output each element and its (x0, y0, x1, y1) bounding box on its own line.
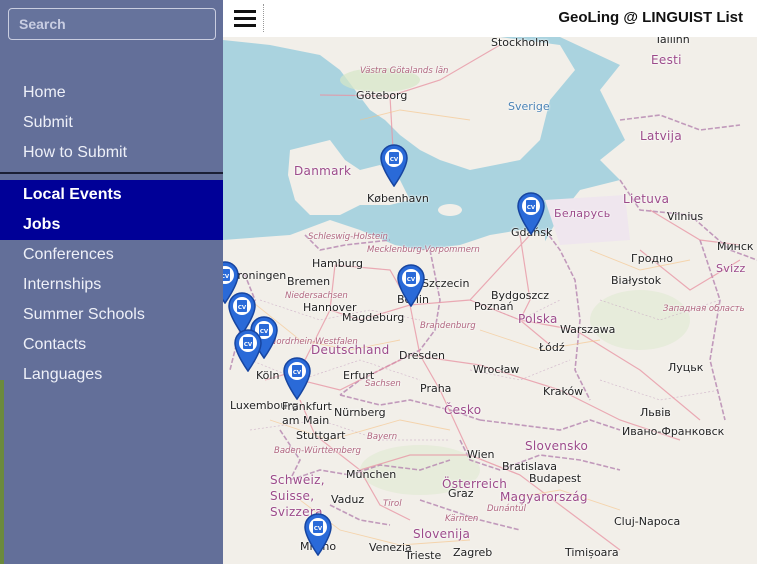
nav-item-home[interactable]: Home (0, 78, 223, 108)
city-label: Wrocław (473, 363, 520, 376)
hamburger-menu-icon[interactable] (227, 4, 264, 32)
city-label: Bratislava (502, 460, 557, 473)
city-label: Dresden (399, 349, 445, 362)
search-input[interactable] (8, 8, 216, 40)
city-label: Vilnius (667, 210, 704, 223)
job-marker-gdansk[interactable]: CV (516, 191, 546, 236)
svg-text:CV: CV (407, 277, 416, 283)
city-label: Wien (467, 448, 495, 461)
country-label: Svizz (716, 262, 746, 275)
cv-marker-icon: CV (234, 329, 262, 373)
nav-item-internships[interactable]: Internships (0, 270, 223, 300)
nav-item-how-to-submit[interactable]: How to Submit (0, 138, 223, 168)
region-label: Bayern (367, 432, 398, 442)
city-label: Минск (717, 240, 754, 253)
country-label: Беларусь (554, 207, 611, 220)
region-label: Schleswig-Holstein (308, 232, 388, 242)
job-marker-frankfurt[interactable]: CV (282, 356, 312, 401)
city-label: Zagreb (453, 546, 493, 559)
sidebar: Home Submit How to Submit Local Events J… (0, 0, 223, 564)
svg-text:CV: CV (244, 342, 253, 348)
city-label: Stockholm (491, 36, 549, 49)
region-label: Kärnten (445, 514, 479, 524)
country-label: Slovenija (413, 527, 471, 541)
region-label: Västra Götalands län (360, 66, 449, 76)
city-label: Frankfurt am Main (282, 400, 332, 427)
window-edge (0, 380, 4, 564)
city-label: Stuttgart (296, 429, 346, 442)
region-label: Mecklenburg-Vorpommern (367, 245, 480, 255)
site-title: GeoLing @ LINGUIST List (558, 9, 743, 26)
city-label: Trieste (405, 549, 442, 562)
country-label: Latvija (640, 129, 682, 143)
cv-marker-icon: CV (397, 264, 425, 308)
job-marker-kobenhavn[interactable]: CV (379, 143, 409, 188)
city-label: München (346, 468, 397, 481)
sidebar-divider (0, 172, 223, 174)
city-label: Kraków (543, 385, 584, 398)
svg-text:CV: CV (527, 205, 536, 211)
region-label: Niedersachsen (285, 291, 348, 301)
city-label: Timișoara (565, 546, 619, 559)
city-label: Göteborg (356, 89, 408, 102)
nav-item-languages[interactable]: Languages (0, 360, 223, 390)
job-marker-milano[interactable]: CV (303, 512, 333, 557)
country-label: Deutschland (311, 343, 390, 357)
nav-item-contacts[interactable]: Contacts (0, 330, 223, 360)
city-label: Łódź (539, 341, 565, 354)
city-label: Magdeburg (342, 311, 405, 324)
city-label: Praha (420, 382, 452, 395)
nav-item-summer-schools[interactable]: Summer Schools (0, 300, 223, 330)
cv-marker-icon: CV (283, 357, 311, 401)
country-label: Polska (518, 312, 558, 326)
svg-text:CV: CV (293, 370, 302, 376)
region-label: Baden-Württemberg (274, 446, 361, 456)
svg-text:CV: CV (238, 305, 247, 311)
city-label: Warszawa (560, 323, 616, 336)
nav-item-local-events[interactable]: Local Events (0, 180, 223, 210)
city-label: Львів (640, 406, 671, 419)
city-label: Białystok (611, 274, 662, 287)
city-label: Vaduz (331, 493, 365, 506)
region-label: Tirol (383, 499, 402, 509)
cv-marker-icon: CV (517, 192, 545, 236)
cv-marker-icon: CV (380, 144, 408, 188)
region-label: Brandenburg (420, 321, 476, 331)
city-label: Hamburg (312, 257, 363, 270)
job-marker-berlin[interactable]: CV (396, 263, 426, 308)
svg-text:CV: CV (314, 526, 323, 532)
nav-item-conferences[interactable]: Conferences (0, 240, 223, 270)
city-label: Budapest (529, 472, 582, 485)
city-label: Ивано-Франковск (622, 425, 725, 438)
region-label: Dunántúl (487, 504, 526, 514)
country-label: Eesti (651, 53, 682, 67)
region-label: Западная область (663, 304, 745, 314)
city-label: København (367, 192, 429, 205)
country-label: Magyarország (500, 490, 588, 504)
country-label: Česko (444, 403, 482, 417)
category-nav: Local Events Jobs Conferences Internship… (0, 180, 223, 390)
svg-text:CV: CV (390, 157, 399, 163)
city-label: Луцьк (668, 361, 704, 374)
top-bar: GeoLing @ LINGUIST List (223, 0, 757, 37)
country-label: Lietuva (623, 192, 670, 206)
primary-nav: Home Submit How to Submit (0, 78, 223, 168)
city-label: Bremen (287, 275, 331, 288)
country-label: Slovensko (525, 439, 589, 453)
nav-item-jobs[interactable]: Jobs (0, 210, 223, 240)
city-label: Nürnberg (334, 406, 386, 419)
city-label: Гродно (631, 252, 673, 265)
country-label: Sverige (508, 100, 550, 113)
nav-item-submit[interactable]: Submit (0, 108, 223, 138)
country-label: Danmark (294, 164, 352, 178)
region-label: Sachsen (365, 379, 401, 389)
city-label: Szczecin (422, 277, 470, 290)
city-label: Graz (448, 487, 474, 500)
city-label: Cluj-Napoca (614, 515, 681, 528)
cv-marker-icon: CV (304, 513, 332, 557)
city-label: Poznań (474, 300, 514, 313)
job-marker-koln[interactable]: CV (233, 328, 263, 373)
